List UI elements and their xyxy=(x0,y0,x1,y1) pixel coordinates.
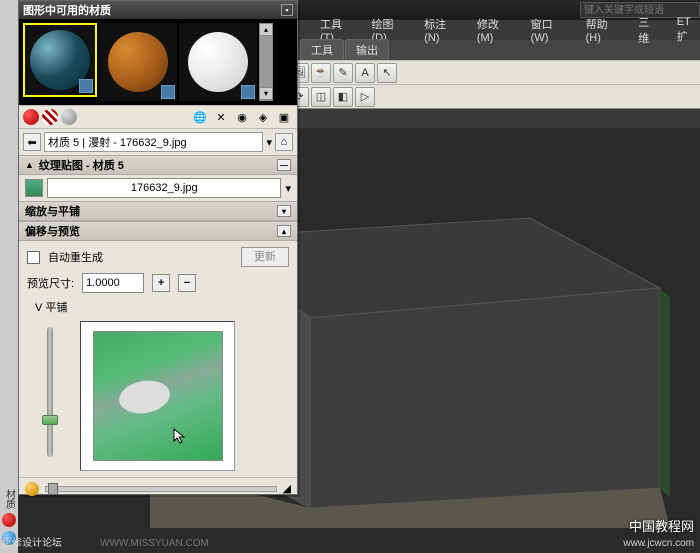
collapse-icon[interactable]: — xyxy=(277,159,291,171)
checker-material-icon[interactable] xyxy=(42,109,58,125)
slider-thumb[interactable] xyxy=(42,415,58,425)
path-row: ⬅ ▾ ⌂ xyxy=(19,129,297,155)
dropdown-icon[interactable]: ▾ xyxy=(285,182,291,195)
tool-slice-icon[interactable]: ▷ xyxy=(355,87,375,107)
step-down-button[interactable]: − xyxy=(178,274,196,292)
new-material-icon[interactable] xyxy=(23,109,39,125)
resize-grip-icon[interactable]: ◢ xyxy=(283,482,291,495)
home-icon[interactable]: ⌂ xyxy=(275,133,293,151)
menu-modify[interactable]: 修改(M) xyxy=(477,16,513,44)
menu-dim[interactable]: 标注(N) xyxy=(424,16,459,44)
panel-title: 图形中可用的材质 xyxy=(23,2,111,18)
material-toolbar: 🌐 ✕ ◉ ◈ ▣ xyxy=(19,105,297,129)
tool-edit-icon[interactable]: ✎ xyxy=(333,63,353,83)
delete-icon[interactable]: ✕ xyxy=(212,108,230,126)
offset-body: 自动重生成 更新 预览尺寸: + − V 平铺 xyxy=(19,241,297,477)
expand-icon[interactable]: ▾ xyxy=(277,205,291,217)
apply-icon[interactable]: 🌐 xyxy=(191,108,209,126)
watermark-studio: 思修设计论坛 xyxy=(2,534,62,549)
preview-image xyxy=(93,331,223,461)
material-path-input[interactable] xyxy=(44,132,263,152)
tool-text-icon[interactable]: A xyxy=(355,63,375,83)
menu-help[interactable]: 帮助(H) xyxy=(586,16,621,44)
u-slider[interactable] xyxy=(45,486,277,492)
preview-size-input[interactable] xyxy=(82,273,144,293)
show-icon[interactable]: ◉ xyxy=(233,108,251,126)
v-slider[interactable] xyxy=(47,327,53,457)
tool-erase-icon[interactable]: ◧ xyxy=(333,87,353,107)
select-icon[interactable]: ▣ xyxy=(275,108,293,126)
swatch-badge-icon xyxy=(161,85,175,99)
up-arrow-icon: ▲ xyxy=(25,160,34,170)
swatch-2[interactable] xyxy=(99,23,177,101)
swatch-1[interactable] xyxy=(23,23,97,97)
tool-cup-icon[interactable]: ☕ xyxy=(311,63,331,83)
watermark-src: WWW.MISSYUAN.COM xyxy=(100,538,209,549)
panel-minimize-icon[interactable]: ▪ xyxy=(281,4,293,16)
swatch-3[interactable] xyxy=(179,23,257,101)
auto-regen-checkbox[interactable] xyxy=(27,251,40,264)
tab-tools[interactable]: 工具 xyxy=(300,39,344,60)
dock-label: 材质 xyxy=(2,489,17,509)
material-swatches: ▴▾ xyxy=(19,19,297,105)
preview-size-label: 预览尺寸: xyxy=(27,275,74,291)
swatch-badge-icon xyxy=(241,85,255,99)
materials-panel: 图形中可用的材质 ▪ ▴▾ 🌐 ✕ ◉ ◈ ▣ ⬅ ▾ ⌂ ▲ 纹理贴图 - 材… xyxy=(18,0,298,495)
swatch-badge-icon xyxy=(79,79,93,93)
swatch-scrollbar[interactable]: ▴▾ xyxy=(259,23,273,101)
cursor-icon xyxy=(172,427,190,445)
slider-thumb[interactable] xyxy=(48,483,58,495)
update-button[interactable]: 更新 xyxy=(241,247,289,267)
section-scale-header[interactable]: 缩放与平铺 ▾ xyxy=(19,201,297,221)
footer-sphere-icon[interactable] xyxy=(25,482,39,496)
dropdown-icon[interactable]: ▾ xyxy=(266,136,272,149)
dock-sphere-red[interactable] xyxy=(2,513,16,527)
gray-material-icon[interactable] xyxy=(61,109,77,125)
section-title: 缩放与平铺 xyxy=(25,203,80,219)
section-texture-header[interactable]: ▲ 纹理贴图 - 材质 5 — xyxy=(19,155,297,175)
watermark-cn: 中国教程网 xyxy=(629,516,694,535)
tool-cursor-icon[interactable]: ↖ xyxy=(377,63,397,83)
collapse-icon[interactable]: ▴ xyxy=(277,225,291,237)
tool-mirror-icon[interactable]: ◫ xyxy=(311,87,331,107)
tab-output[interactable]: 输出 xyxy=(345,39,389,60)
back-icon[interactable]: ⬅ xyxy=(23,133,41,151)
menu-window[interactable]: 窗口(W) xyxy=(531,16,568,44)
image-select-button[interactable]: 176632_9.jpg xyxy=(47,178,281,198)
section-title: 偏移与预览 xyxy=(25,223,80,239)
preview-frame xyxy=(80,321,235,471)
auto-regen-label: 自动重生成 xyxy=(48,249,103,265)
watermark-url: www.jcwcn.com xyxy=(623,538,694,549)
menu-etx[interactable]: ET扩 xyxy=(677,16,700,44)
step-up-button[interactable]: + xyxy=(152,274,170,292)
v-tile-label: V 平铺 xyxy=(35,299,67,315)
image-row: 176632_9.jpg ▾ xyxy=(19,175,297,201)
section-offset-header[interactable]: 偏移与预览 ▴ xyxy=(19,221,297,241)
menu-3d[interactable]: 三维 xyxy=(638,14,658,46)
sphere-preview xyxy=(188,32,248,92)
section-title: 纹理贴图 - 材质 5 xyxy=(39,157,124,173)
indicate-icon[interactable]: ◈ xyxy=(254,108,272,126)
panel-footer: ◢ xyxy=(19,477,297,499)
panel-titlebar[interactable]: 图形中可用的材质 ▪ xyxy=(19,1,297,19)
sphere-preview xyxy=(108,32,168,92)
thumbnail-icon xyxy=(25,179,43,197)
